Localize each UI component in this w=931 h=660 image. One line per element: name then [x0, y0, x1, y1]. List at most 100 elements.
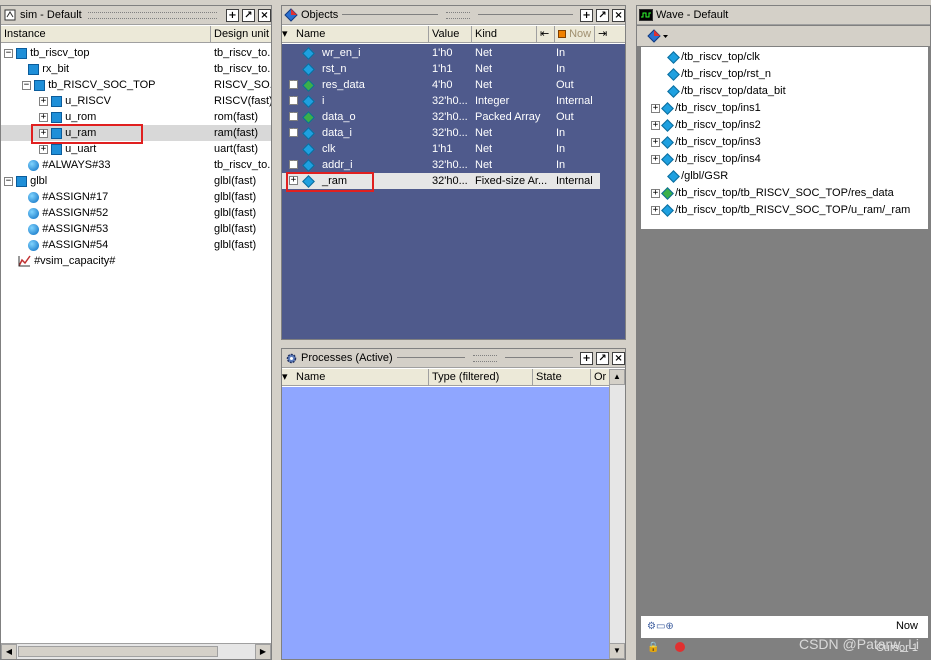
- objects-titlebar[interactable]: Objects + ↗ ×: [282, 6, 625, 25]
- objects-icon: [284, 8, 298, 22]
- scroll-down-arrow[interactable]: ▼: [609, 643, 625, 659]
- sim-hscroll[interactable]: ◀ ▶: [1, 643, 271, 659]
- sim-pane: sim - Default + ↗ × Instance Design unit…: [0, 5, 272, 660]
- tree-row[interactable]: #ALWAYS#33: [22, 157, 110, 173]
- scroll-right-arrow[interactable]: ▶: [255, 644, 271, 659]
- design-unit-cell: RISCV_SO..: [214, 79, 272, 91]
- wave-signal-row[interactable]: /tb_riscv_top/data_bit: [667, 83, 786, 100]
- object-row[interactable]: + data_o 32'h0... Packed Array Out: [282, 109, 625, 125]
- zoom-icons[interactable]: ⚙▭⊕: [647, 621, 674, 632]
- wave-titlebar[interactable]: Wave - Default: [637, 6, 930, 25]
- col-type[interactable]: Type (filtered): [429, 368, 533, 386]
- drag-grip[interactable]: [87, 11, 217, 19]
- tree-row[interactable]: rx_bit: [22, 61, 69, 77]
- tree-row[interactable]: + u_rom: [39, 109, 96, 125]
- sim-titlebar[interactable]: sim - Default + ↗ ×: [1, 6, 271, 25]
- object-row[interactable]: clk 1'h1 Net In: [282, 141, 625, 157]
- col-name[interactable]: Name: [293, 25, 429, 43]
- wave-signal-row[interactable]: + /tb_riscv_top/ins4: [651, 151, 761, 168]
- filter-icon[interactable]: ▾: [282, 369, 293, 386]
- tree-row[interactable]: − tb_riscv_top: [4, 45, 89, 61]
- wave-signal-row[interactable]: /tb_riscv_top/rst_n: [667, 66, 771, 83]
- signal-in-icon: [302, 141, 315, 157]
- lock-icon[interactable]: 🔒: [647, 642, 659, 653]
- add-button[interactable]: +: [580, 351, 594, 365]
- close-button[interactable]: ×: [612, 8, 625, 22]
- now-label: Now: [895, 620, 918, 632]
- processes-title: Processes (Active): [301, 352, 393, 364]
- signal-out-icon: [302, 77, 315, 93]
- process-icon: [28, 159, 40, 171]
- undock-button[interactable]: ↗: [242, 8, 255, 22]
- undock-button[interactable]: ↗: [596, 8, 610, 22]
- design-unit-cell: ram(fast): [214, 127, 258, 139]
- processes-vscroll[interactable]: ▲ ▼: [609, 369, 625, 659]
- wave-toolbar: [637, 26, 930, 46]
- step-back-icon[interactable]: ⇤: [537, 25, 555, 43]
- design-unit-cell: RISCV(fast): [214, 95, 272, 107]
- signal-icon: [667, 50, 680, 64]
- col-state[interactable]: State: [533, 368, 591, 386]
- close-button[interactable]: ×: [258, 8, 271, 22]
- tree-row[interactable]: #ASSIGN#53: [22, 221, 108, 237]
- tree-row[interactable]: + u_RISCV: [39, 93, 111, 109]
- wave-signal-icon[interactable]: [647, 29, 669, 46]
- scroll-thumb[interactable]: [18, 646, 218, 657]
- now-button[interactable]: Now: [555, 25, 595, 43]
- design-unit-cell: rom(fast): [214, 111, 258, 123]
- add-button[interactable]: +: [580, 8, 594, 22]
- wave-signal-row[interactable]: + /tb_riscv_top/ins3: [651, 134, 761, 151]
- objects-pane: Objects + ↗ × ▾ Name Value Kind ⇤ Now ⇥ …: [281, 5, 626, 340]
- tree-row[interactable]: #ASSIGN#54: [22, 237, 108, 253]
- close-button[interactable]: ×: [612, 351, 625, 365]
- wave-signal-row[interactable]: + /tb_riscv_top/tb_RISCV_SOC_TOP/res_dat…: [651, 185, 894, 202]
- signal-in-icon: [302, 45, 315, 61]
- scroll-up-arrow[interactable]: ▲: [609, 369, 625, 385]
- object-row[interactable]: wr_en_i 1'h0 Net In: [282, 45, 625, 61]
- processes-pane: Processes (Active) + ↗ × ▾ Name Type (fi…: [281, 348, 626, 660]
- object-row[interactable]: rst_n 1'h1 Net In: [282, 61, 625, 77]
- col-name[interactable]: Name: [293, 368, 429, 386]
- col-kind[interactable]: Kind: [472, 25, 537, 43]
- wave-signal-row[interactable]: /tb_riscv_top/clk: [667, 49, 760, 66]
- object-row[interactable]: + data_i 32'h0... Net In: [282, 125, 625, 141]
- object-row[interactable]: + addr_i 32'h0... Net In: [282, 157, 625, 173]
- tree-row[interactable]: #vsim_capacity#: [18, 253, 115, 269]
- col-design-unit[interactable]: Design unit: [211, 26, 271, 43]
- col-value[interactable]: Value: [429, 25, 472, 43]
- scroll-left-arrow[interactable]: ◀: [1, 644, 17, 659]
- wave-signal-row[interactable]: + /tb_riscv_top/ins2: [651, 117, 761, 134]
- tree-row[interactable]: #ASSIGN#17: [22, 189, 108, 205]
- filter-icon[interactable]: ▾: [282, 26, 293, 43]
- processes-titlebar[interactable]: Processes (Active) + ↗ ×: [282, 349, 625, 368]
- signal-icon: [667, 169, 680, 183]
- process-icon: [28, 239, 40, 251]
- process-icon: [28, 223, 40, 235]
- wave-signal-row[interactable]: + /tb_riscv_top/tb_RISCV_SOC_TOP/u_ram/_…: [651, 202, 910, 219]
- objects-header: ▾ Name Value Kind ⇤ Now ⇥: [282, 25, 625, 43]
- cursor-remove-icon[interactable]: [675, 642, 685, 652]
- undock-button[interactable]: ↗: [596, 351, 610, 365]
- signal-icon: [661, 118, 674, 132]
- module-icon: [34, 79, 46, 91]
- add-button[interactable]: +: [226, 8, 239, 22]
- tree-row[interactable]: − tb_RISCV_SOC_TOP: [22, 77, 156, 93]
- tree-row[interactable]: #ASSIGN#52: [22, 205, 108, 221]
- object-row[interactable]: + res_data 4'h0 Net Out: [282, 77, 625, 93]
- drag-grip[interactable]: [472, 354, 497, 362]
- col-instance[interactable]: Instance: [1, 25, 211, 43]
- object-row[interactable]: + i 32'h0... Integer Internal: [282, 93, 625, 109]
- wave-signal-row[interactable]: + /tb_riscv_top/ins1: [651, 100, 761, 117]
- step-forward-icon[interactable]: ⇥: [595, 26, 613, 43]
- wave-signal-row[interactable]: /glbl/GSR: [667, 168, 728, 185]
- module-icon: [51, 111, 63, 123]
- tree-row[interactable]: − glbl: [4, 173, 47, 189]
- design-unit-cell: glbl(fast): [214, 239, 257, 251]
- drag-grip[interactable]: [445, 11, 470, 19]
- col-order[interactable]: Or: [591, 369, 609, 386]
- signal-in-icon: [302, 157, 315, 173]
- gear-icon: [284, 351, 298, 365]
- design-unit-cell: glbl(fast): [214, 191, 257, 203]
- process-icon: [28, 207, 40, 219]
- signal-in-icon: [302, 125, 315, 141]
